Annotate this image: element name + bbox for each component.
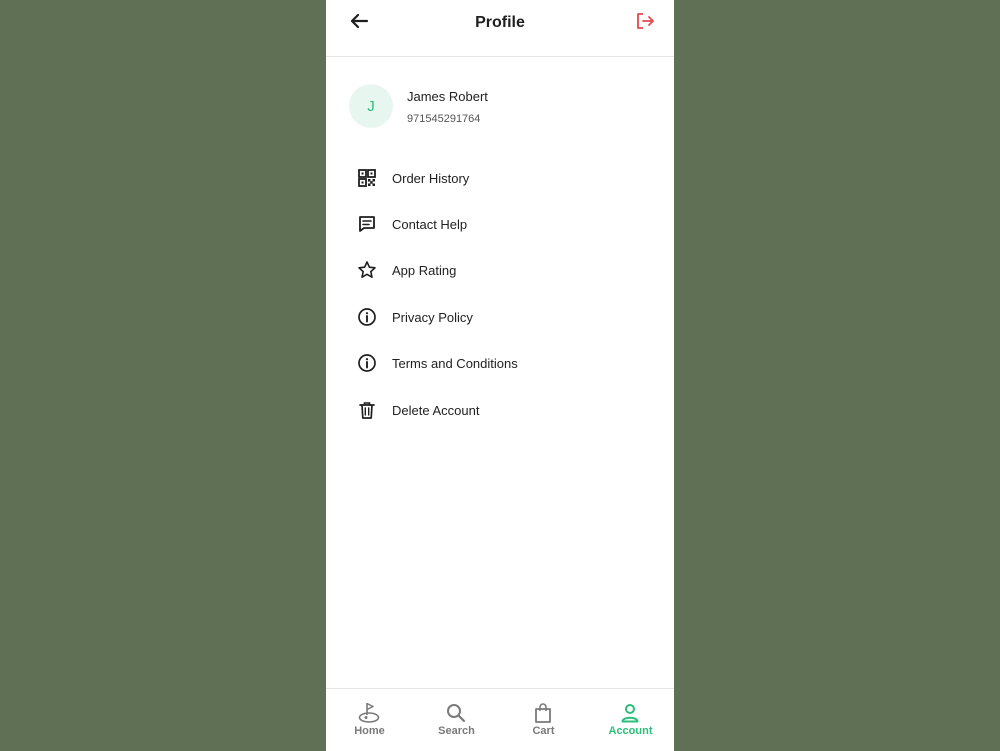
menu-item-terms[interactable]: Terms and Conditions [356, 348, 646, 378]
nav-home[interactable]: Home [326, 689, 413, 751]
nav-label: Cart [532, 725, 555, 737]
nav-account[interactable]: Account [587, 689, 674, 751]
info-icon [356, 352, 378, 374]
menu-item-label: Privacy Policy [392, 309, 473, 325]
menu-item-privacy-policy[interactable]: Privacy Policy [356, 302, 646, 332]
logout-button[interactable] [632, 11, 658, 35]
golf-icon [356, 702, 382, 724]
menu-item-order-history[interactable]: Order History [356, 163, 646, 193]
menu-item-label: Contact Help [392, 216, 468, 232]
nav-search[interactable]: Search [413, 689, 500, 751]
bag-icon [530, 702, 556, 724]
chat-icon [356, 213, 378, 235]
app-header: Profile [326, 0, 674, 57]
nav-label: Home [354, 725, 385, 737]
logout-icon [635, 12, 655, 35]
user-icon [617, 702, 643, 724]
user-name: James Robert [407, 89, 488, 104]
nav-label: Account [608, 725, 653, 737]
menu-item-contact-help[interactable]: Contact Help [356, 209, 646, 239]
phone-screen: Profile J James Robert 971545291764 Orde… [326, 0, 674, 751]
trash-icon [356, 399, 378, 421]
menu-item-label: Delete Account [392, 402, 480, 418]
menu-item-label: Terms and Conditions [392, 355, 518, 371]
nav-label: Search [438, 725, 475, 737]
menu-item-delete-account[interactable]: Delete Account [356, 395, 646, 425]
user-phone: 971545291764 [407, 113, 481, 125]
info-icon [356, 306, 378, 328]
bottom-navigation: Home Search Cart Account [326, 688, 674, 751]
star-icon [356, 259, 378, 281]
nav-cart[interactable]: Cart [500, 689, 587, 751]
search-icon [443, 702, 469, 724]
menu-item-label: App Rating [392, 262, 457, 278]
menu-item-app-rating[interactable]: App Rating [356, 255, 646, 285]
page-title: Profile [475, 14, 525, 31]
menu-item-label: Order History [392, 170, 470, 186]
avatar: J [349, 84, 393, 128]
qr-code-icon [356, 167, 378, 189]
